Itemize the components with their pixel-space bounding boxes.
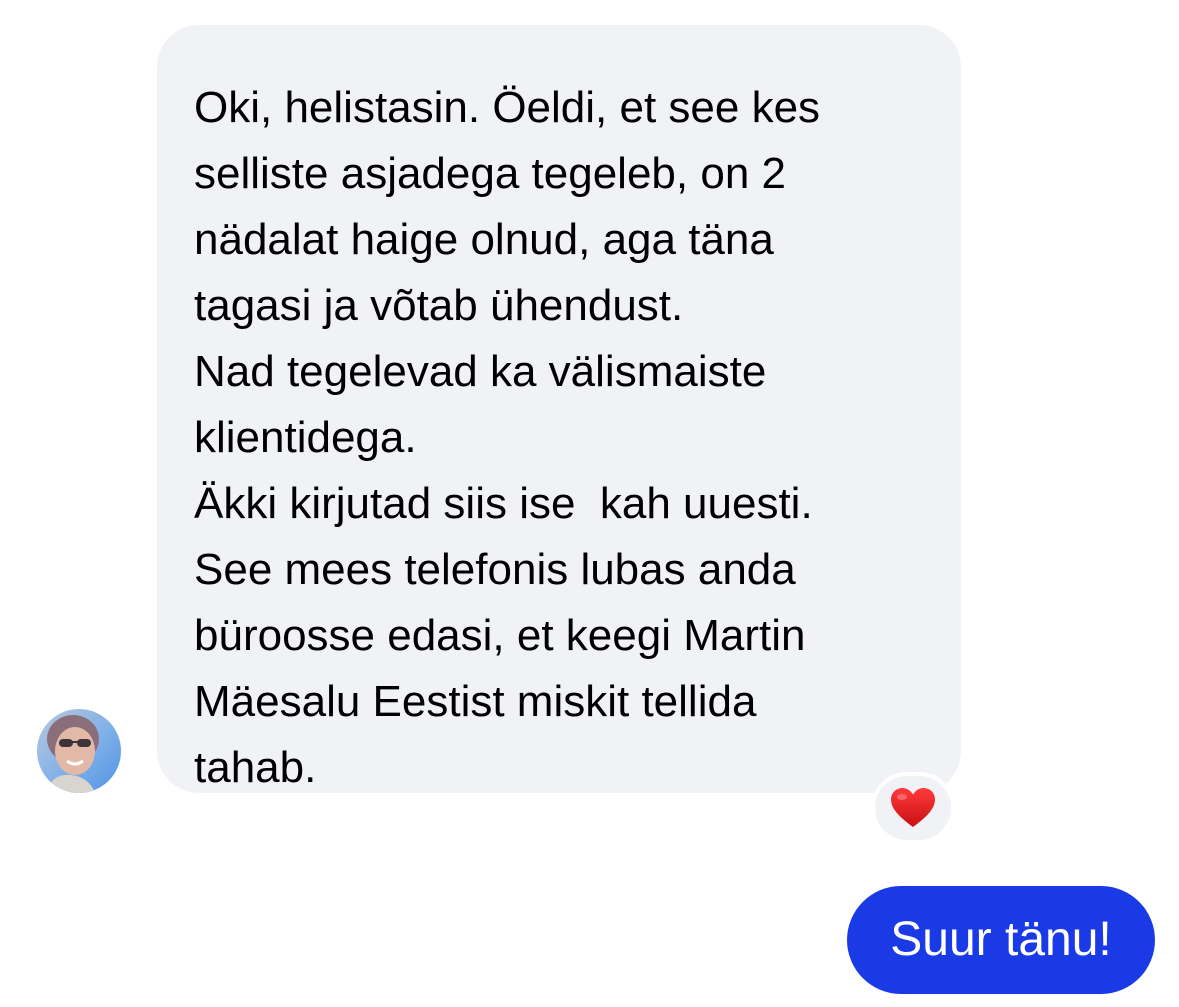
- message-line: klientidega.: [194, 413, 417, 462]
- avatar-photo-icon: [37, 709, 121, 793]
- message-line: Nad tegelevad ka välismaiste: [194, 347, 767, 396]
- message-reaction[interactable]: [871, 772, 955, 844]
- red-heart-icon: [891, 788, 935, 827]
- message-thread: Oki, helistasin. Öeldi, et see kes selli…: [0, 0, 1179, 1007]
- message-line: Mäesalu Eestist miskit tellida: [194, 677, 757, 726]
- contact-avatar[interactable]: [37, 709, 121, 793]
- incoming-message-bubble[interactable]: Oki, helistasin. Öeldi, et see kes selli…: [157, 25, 961, 793]
- message-line: Äkki kirjutad siis ise kah uuesti.: [194, 479, 813, 528]
- outgoing-message-bubble[interactable]: Suur tänu!: [847, 886, 1155, 994]
- message-line: See mees telefonis lubas anda: [194, 545, 796, 594]
- message-line: selliste asjadega tegeleb, on 2: [194, 149, 786, 198]
- message-line: nädalat haige olnud, aga täna: [194, 215, 774, 264]
- message-line: tagasi ja võtab ühendust.: [194, 281, 684, 330]
- outgoing-message-text: Suur tänu!: [890, 913, 1112, 966]
- message-line: tahab.: [194, 743, 317, 792]
- message-line: büroosse edasi, et keegi Martin: [194, 611, 806, 660]
- message-line: Oki, helistasin. Öeldi, et see kes: [194, 83, 821, 132]
